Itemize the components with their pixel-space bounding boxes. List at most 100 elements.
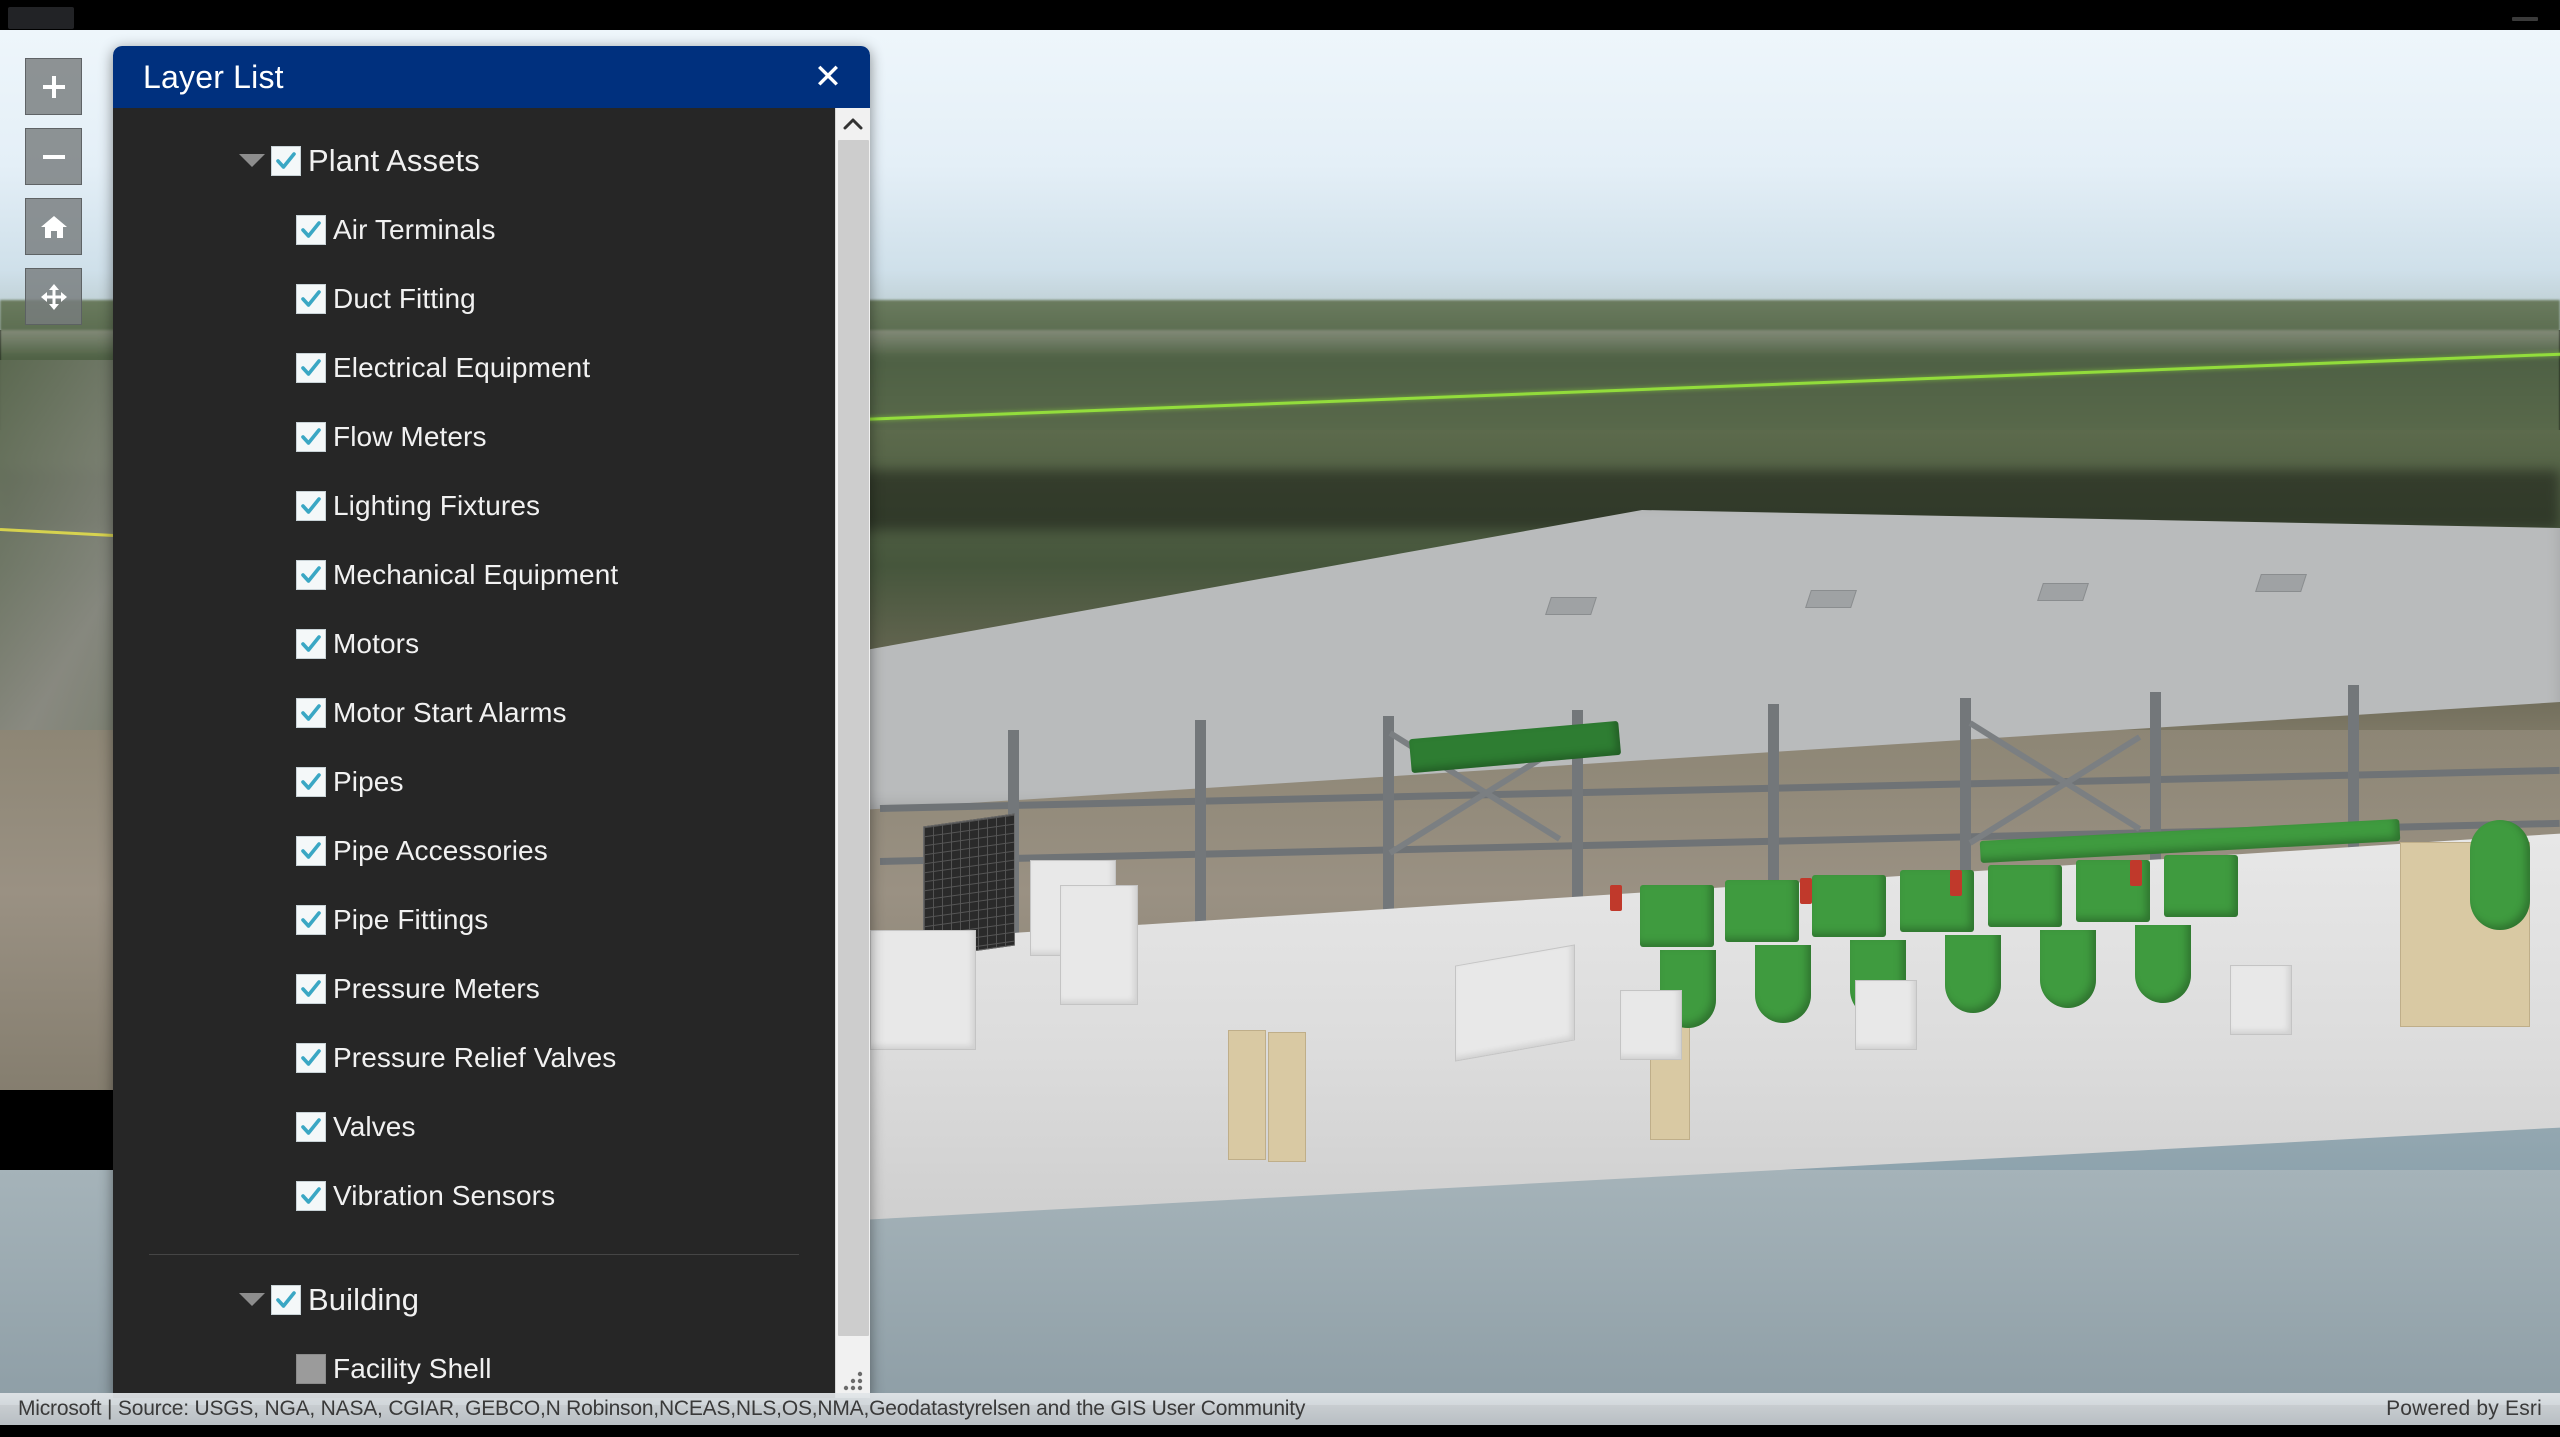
close-icon[interactable]: ✕ (808, 60, 848, 94)
zoom-out-button[interactable] (25, 128, 82, 185)
layer-group-row[interactable]: Building (113, 1265, 835, 1334)
layer-row[interactable]: Mechanical Equipment (113, 540, 835, 609)
pipe-elbow (2135, 925, 2191, 1003)
check-icon (301, 1117, 321, 1135)
layer-tree: Plant Assets Air Terminals Duct Fitting Ele… (113, 108, 835, 1398)
layer-group-label: Building (308, 1281, 420, 1317)
layer-checkbox[interactable] (296, 973, 326, 1004)
check-icon (301, 358, 321, 376)
layer-row[interactable]: Pressure Meters (113, 954, 835, 1023)
browser-tab[interactable] (8, 7, 74, 29)
layer-label: Mechanical Equipment (333, 558, 619, 590)
layer-row[interactable]: Motors (113, 609, 835, 678)
layer-checkbox[interactable] (296, 697, 326, 728)
valve-marker (1950, 870, 1962, 896)
layer-list-header: Layer List ✕ (113, 46, 870, 108)
layer-list-panel: Layer List ✕ Plant Assets Air Terminals Du… (113, 46, 870, 1398)
layer-label: Facility Shell (333, 1352, 492, 1384)
layer-checkbox[interactable] (296, 1042, 326, 1073)
layer-checkbox[interactable] (296, 559, 326, 590)
layer-row[interactable]: Lighting Fixtures (113, 471, 835, 540)
layer-checkbox[interactable] (296, 1111, 326, 1142)
layer-group-row[interactable]: Plant Assets (113, 126, 835, 195)
control-cabinet (1620, 990, 1682, 1060)
pump-unit (1812, 875, 1886, 937)
layer-list-scroll-region[interactable]: Plant Assets Air Terminals Duct Fitting Ele… (113, 108, 835, 1398)
attribution-bar: Microsoft | Source: USGS, NGA, NASA, CGI… (0, 1393, 2560, 1425)
layer-row[interactable]: Pressure Relief Valves (113, 1023, 835, 1092)
mechanical-equipment-box (870, 930, 976, 1050)
layer-row[interactable]: Valves (113, 1092, 835, 1161)
layer-row[interactable]: Facility Shell (113, 1334, 835, 1398)
pan-arrows-icon (40, 283, 67, 310)
valve-marker (1800, 878, 1812, 904)
layer-label: Pressure Relief Valves (333, 1041, 617, 1073)
minus-icon (42, 154, 65, 159)
check-icon (301, 220, 321, 238)
check-icon (301, 565, 321, 583)
layer-row[interactable]: Motor Start Alarms (113, 678, 835, 747)
layer-label: Pipes (333, 765, 404, 797)
layer-label: Pressure Meters (333, 972, 540, 1004)
layer-row[interactable]: Pipe Fittings (113, 885, 835, 954)
minimize-icon[interactable] (2512, 17, 2538, 21)
chevron-down-icon[interactable] (237, 146, 267, 176)
layer-row[interactable]: Vibration Sensors (113, 1161, 835, 1230)
layer-group-divider (149, 1254, 799, 1255)
bottom-chrome (0, 1425, 2560, 1437)
layer-checkbox[interactable] (296, 283, 326, 314)
zoom-in-button[interactable] (25, 58, 82, 115)
pan-button[interactable] (25, 268, 82, 325)
attribution-text: Microsoft | Source: USGS, NGA, NASA, CGI… (18, 1397, 1306, 1420)
scroll-up-button[interactable] (835, 108, 870, 140)
layer-row[interactable]: Pipes (113, 747, 835, 816)
layer-group-checkbox[interactable] (271, 145, 301, 176)
layer-group-checkbox[interactable] (271, 1284, 301, 1315)
layer-checkbox[interactable] (296, 1353, 326, 1384)
pump-unit (1640, 885, 1714, 947)
valve-marker (1610, 885, 1622, 911)
layer-row[interactable]: Flow Meters (113, 402, 835, 471)
pump-unit (1988, 865, 2062, 927)
chevron-down-icon[interactable] (237, 1285, 267, 1315)
scrollbar-thumb[interactable] (838, 140, 869, 1336)
check-icon (276, 151, 296, 169)
pipe-elbow (2040, 930, 2096, 1008)
roof-vent (1545, 597, 1597, 615)
roof-vent (2255, 574, 2307, 592)
pump-unit (2164, 855, 2238, 917)
layer-label: Pipe Accessories (333, 834, 548, 866)
check-icon (301, 703, 321, 721)
layer-checkbox[interactable] (296, 490, 326, 521)
layer-list-scrollbar[interactable] (835, 108, 870, 1398)
layer-row[interactable]: Duct Fitting (113, 264, 835, 333)
layer-row[interactable]: Pipe Accessories (113, 816, 835, 885)
layer-checkbox[interactable] (296, 835, 326, 866)
layer-checkbox[interactable] (296, 628, 326, 659)
home-icon (40, 215, 67, 238)
layer-checkbox[interactable] (296, 421, 326, 452)
layer-row[interactable]: Air Terminals (113, 195, 835, 264)
layer-label: Motor Start Alarms (333, 696, 567, 728)
tank-unit (1268, 1032, 1306, 1162)
layer-row[interactable]: Electrical Equipment (113, 333, 835, 402)
layer-checkbox[interactable] (296, 766, 326, 797)
roof-vent (2037, 583, 2089, 601)
home-button[interactable] (25, 198, 82, 255)
check-icon (301, 910, 321, 928)
check-icon (301, 634, 321, 652)
chevron-up-icon (843, 118, 863, 130)
layer-label: Flow Meters (333, 420, 487, 452)
powered-by-esri[interactable]: Powered by Esri (2386, 1397, 2542, 1421)
layer-checkbox[interactable] (296, 352, 326, 383)
layer-label: Valves (333, 1110, 416, 1142)
mechanical-equipment-box (1060, 885, 1138, 1005)
layer-checkbox[interactable] (296, 1180, 326, 1211)
layer-label: Pipe Fittings (333, 903, 489, 935)
layer-checkbox[interactable] (296, 904, 326, 935)
layer-label: Electrical Equipment (333, 351, 591, 383)
check-icon (301, 841, 321, 859)
tank-unit (1228, 1030, 1266, 1160)
layer-checkbox[interactable] (296, 214, 326, 245)
resize-grip-icon[interactable] (840, 1368, 866, 1394)
